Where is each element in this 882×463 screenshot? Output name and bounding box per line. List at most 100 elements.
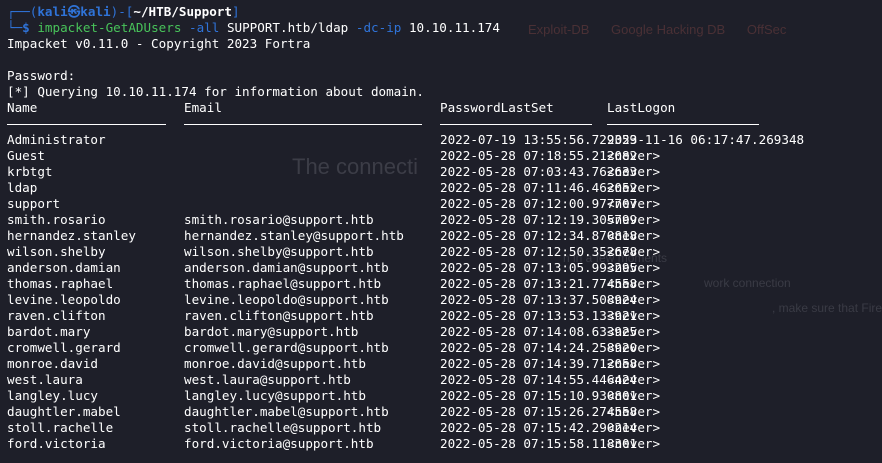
cell-lastlogon: <never> xyxy=(607,404,661,419)
table-body: Administrator 2022-07-19 13:55:56.729359 2… xyxy=(7,132,882,452)
cell-email: hernandez.stanley@support.htb xyxy=(184,228,404,243)
table-row: smith.rosario smith.rosario@support.htb 20… xyxy=(7,212,882,228)
cell-name: Administrator xyxy=(7,132,106,147)
divider xyxy=(7,124,166,125)
cell-lastlogon: <never> xyxy=(607,292,661,307)
header-passwordlastset: PasswordLastSet xyxy=(440,100,554,115)
cell-email: west.laura@support.htb xyxy=(184,372,351,387)
cell-lastlogon: <never> xyxy=(607,148,661,163)
cell-lastlogon: <never> xyxy=(607,212,661,227)
prompt-host: kali xyxy=(80,4,111,19)
table-row: Administrator 2022-07-19 13:55:56.729359 2… xyxy=(7,132,882,148)
cell-lastlogon: <never> xyxy=(607,228,661,243)
cell-name: support xyxy=(7,196,61,211)
cell-email: levine.leopoldo@support.htb xyxy=(184,292,389,307)
cell-lastlogon: <never> xyxy=(607,308,661,323)
table-header: Name Email PasswordLastSet LastLogon xyxy=(7,100,882,116)
cell-name: thomas.raphael xyxy=(7,276,114,291)
cell-lastlogon: <never> xyxy=(607,244,661,259)
cell-email: ford.victoria@support.htb xyxy=(184,436,374,451)
table-row: ldap 2022-05-28 07:11:46.462052 <never> xyxy=(7,180,882,196)
table-row: raven.clifton raven.clifton@support.htb 20… xyxy=(7,308,882,324)
cell-email: bardot.mary@support.htb xyxy=(184,324,359,339)
cell-email: anderson.damian@support.htb xyxy=(184,260,389,275)
command-tool: impacket-GetADUsers xyxy=(37,20,182,35)
command-flag: -dc-ip xyxy=(355,20,402,35)
cell-email: cromwell.gerard@support.htb xyxy=(184,340,389,355)
header-lastlogon: LastLogon xyxy=(607,100,676,115)
cell-name: hernandez.stanley xyxy=(7,228,136,243)
cell-email: wilson.shelby@support.htb xyxy=(184,244,374,259)
command-line: └─$ impacket-GetADUsers -all SUPPORT.htb… xyxy=(7,20,500,35)
table-row: wilson.shelby wilson.shelby@support.htb 20… xyxy=(7,244,882,260)
table-row: hernandez.stanley hernandez.stanley@suppo… xyxy=(7,228,882,244)
table-row: stoll.rachelle stoll.rachelle@support.htb… xyxy=(7,420,882,436)
cell-name: raven.clifton xyxy=(7,308,106,323)
cell-name: smith.rosario xyxy=(7,212,106,227)
cell-name: krbtgt xyxy=(7,164,53,179)
table-row: support 2022-05-28 07:12:00.977707 <never> xyxy=(7,196,882,212)
password-line: Password: xyxy=(7,68,76,83)
table-row: daughtler.mabel daughtler.mabel@support.h… xyxy=(7,404,882,420)
cell-email: daughtler.mabel@support.htb xyxy=(184,404,389,419)
table-row: west.laura west.laura@support.htb 2022-05-… xyxy=(7,372,882,388)
table-row: langley.lucy langley.lucy@support.htb 2022… xyxy=(7,388,882,404)
cell-name: bardot.mary xyxy=(7,324,91,339)
cell-lastlogon: <never> xyxy=(607,340,661,355)
table-row: thomas.raphael thomas.raphael@support.htb… xyxy=(7,276,882,292)
kali-skull-icon: ㉿ xyxy=(67,4,81,19)
cell-name: ford.victoria xyxy=(7,436,106,451)
cell-name: ldap xyxy=(7,180,38,195)
cell-email: thomas.raphael@support.htb xyxy=(184,276,382,291)
table-row: cromwell.gerard cromwell.gerard@support.h… xyxy=(7,340,882,356)
cell-lastlogon: <never> xyxy=(607,196,661,211)
command-flag: -all xyxy=(189,20,220,35)
cell-lastlogon: <never> xyxy=(607,324,661,339)
cell-name: monroe.david xyxy=(7,356,98,371)
prompt-line: ┌──(kali㉿kali)-[~/HTB/Support] xyxy=(7,4,240,19)
cell-lastlogon: <never> xyxy=(607,180,661,195)
cell-lastlogon: <never> xyxy=(607,436,661,451)
cell-name: west.laura xyxy=(7,372,83,387)
cell-name: levine.leopoldo xyxy=(7,292,121,307)
prompt-dir: ~/HTB/Support xyxy=(133,4,232,19)
divider xyxy=(184,124,422,125)
table-row: bardot.mary bardot.mary@support.htb 2022-0… xyxy=(7,324,882,340)
divider xyxy=(440,124,592,125)
prompt-user: kali xyxy=(37,4,68,19)
table-row: ford.victoria ford.victoria@support.htb 20… xyxy=(7,436,882,452)
cell-name: Guest xyxy=(7,148,45,163)
cell-email: smith.rosario@support.htb xyxy=(184,212,374,227)
cell-lastlogon: 2023-11-16 06:17:47.269348 xyxy=(607,132,805,147)
header-underline xyxy=(7,116,882,132)
table-row: anderson.damian anderson.damian@support.h… xyxy=(7,260,882,276)
cell-lastlogon: <never> xyxy=(607,372,661,387)
cell-lastlogon: <never> xyxy=(607,356,661,371)
prompt-dollar: $ xyxy=(22,20,38,35)
cell-name: wilson.shelby xyxy=(7,244,106,259)
command-ip: 10.10.11.174 xyxy=(408,20,500,35)
table-row: levine.leopoldo levine.leopoldo@support.h… xyxy=(7,292,882,308)
divider xyxy=(607,124,759,125)
cell-lastlogon: <never> xyxy=(607,164,661,179)
cell-email: langley.lucy@support.htb xyxy=(184,388,366,403)
cell-email: raven.clifton@support.htb xyxy=(184,308,374,323)
table-row: Guest 2022-05-28 07:18:55.212082 <never> xyxy=(7,148,882,164)
banner-line: Impacket v0.11.0 - Copyright 2023 Fortra xyxy=(7,36,311,51)
cell-name: langley.lucy xyxy=(7,388,98,403)
terminal-output[interactable]: ┌──(kali㉿kali)-[~/HTB/Support] └─$ impac… xyxy=(7,4,882,452)
cell-email: stoll.rachelle@support.htb xyxy=(184,420,382,435)
table-row: krbtgt 2022-05-28 07:03:43.762633 <never> xyxy=(7,164,882,180)
cell-name: stoll.rachelle xyxy=(7,420,114,435)
header-name: Name xyxy=(7,100,38,115)
querying-line: [*] Querying 10.10.11.174 for informatio… xyxy=(7,84,425,99)
cell-name: daughtler.mabel xyxy=(7,404,121,419)
cell-lastlogon: <never> xyxy=(607,276,661,291)
cell-name: cromwell.gerard xyxy=(7,340,121,355)
command-target: SUPPORT.htb/ldap xyxy=(226,20,349,35)
table-row: monroe.david monroe.david@support.htb 2022… xyxy=(7,356,882,372)
header-email: Email xyxy=(184,100,222,115)
cell-lastlogon: <never> xyxy=(607,260,661,275)
cell-name: anderson.damian xyxy=(7,260,121,275)
cell-lastlogon: <never> xyxy=(607,420,661,435)
